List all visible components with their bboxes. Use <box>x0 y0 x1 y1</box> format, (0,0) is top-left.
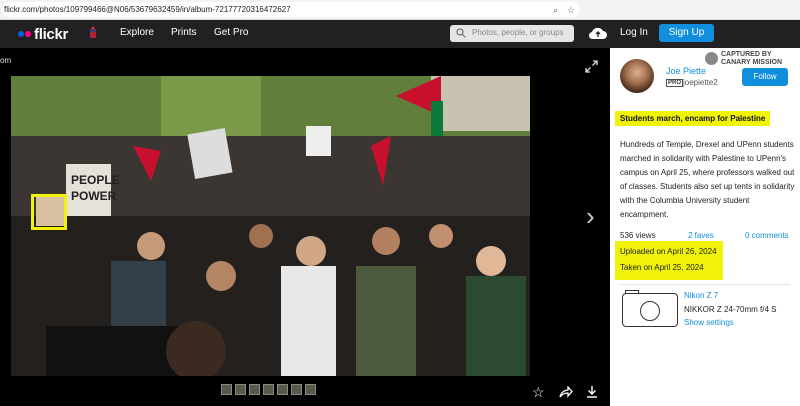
avatar[interactable] <box>620 59 654 93</box>
thumbnail[interactable] <box>249 384 260 395</box>
search-input[interactable]: Photos, people, or groups <box>450 25 574 42</box>
main-photo[interactable]: PEOPLE POWER <box>11 76 530 376</box>
flickr-navbar: flickr Explore Prints Get Pro Photos, pe… <box>0 20 800 48</box>
thumbnail[interactable] <box>291 384 302 395</box>
nav-explore[interactable]: Explore <box>120 27 154 38</box>
logo-text: flickr <box>34 25 69 43</box>
camera-top <box>625 290 639 294</box>
svg-text:PEOPLE: PEOPLE <box>71 173 120 187</box>
camera-lens <box>640 301 660 321</box>
search-placeholder: Photos, people, or groups <box>472 28 564 37</box>
nav-get-pro[interactable]: Get Pro <box>214 27 248 38</box>
photo-description: Hundreds of Temple, Drexel and UPenn stu… <box>620 140 795 219</box>
thumbnail[interactable] <box>277 384 288 395</box>
comments-link[interactable]: 0 comments <box>745 231 789 240</box>
owner-handle: joepiette2 <box>683 78 718 87</box>
uploaded-date: Uploaded on April 26, 2024 <box>620 247 717 256</box>
faves-link[interactable]: 2 faves <box>688 231 714 240</box>
thumbnail[interactable] <box>235 384 246 395</box>
flickr-logo[interactable]: flickr <box>18 25 68 43</box>
canary-mission-icon <box>705 52 718 65</box>
camera-icon <box>622 290 678 327</box>
thumbnail[interactable] <box>221 384 232 395</box>
photo-viewer: om PEOPLE POWER › ☆ <box>0 48 610 406</box>
svg-text:POWER: POWER <box>71 189 117 203</box>
logo-blue-dot <box>18 31 24 37</box>
login-link[interactable]: Log In <box>620 27 648 38</box>
captured-watermark: CAPTURED BY CANARY MISSION <box>721 51 783 66</box>
view-count: 536 views <box>620 231 656 240</box>
lens-name: NIKKOR Z 24-70mm f/4 S <box>684 305 777 314</box>
photo-title: Students march, encamp for Palestine <box>615 111 771 126</box>
download-icon[interactable] <box>586 385 598 398</box>
share-icon[interactable] <box>559 386 573 398</box>
bookmark-star-icon[interactable]: ☆ <box>567 3 575 17</box>
signup-button[interactable]: Sign Up <box>659 24 714 42</box>
upload-cloud-icon[interactable] <box>588 26 608 40</box>
thumbnail-strip <box>221 384 316 395</box>
browser-toolbar: flickr.com/photos/109799466@N06/53679632… <box>0 0 800 20</box>
divider <box>620 284 790 285</box>
address-bar[interactable]: flickr.com/photos/109799466@N06/53679632… <box>2 2 580 17</box>
follow-button[interactable]: Follow <box>742 68 788 86</box>
flag-icon <box>90 26 96 38</box>
next-photo-arrow[interactable]: › <box>586 201 595 232</box>
nav-prints[interactable]: Prints <box>171 27 197 38</box>
logo-pink-dot <box>25 31 31 37</box>
album-title-fragment: om <box>0 56 12 65</box>
thumbnail[interactable] <box>263 384 274 395</box>
search-icon <box>456 28 466 38</box>
camera-model-link[interactable]: Nikon Z 7 <box>684 291 718 300</box>
expand-icon[interactable] <box>585 60 598 73</box>
date-info: Uploaded on April 26, 2024 Taken on Apri… <box>615 241 723 280</box>
owner-name[interactable]: Joe Piette <box>666 66 706 76</box>
protest-crowd-image: PEOPLE POWER <box>11 76 530 376</box>
taken-date: Taken on April 25, 2024 <box>620 263 704 272</box>
photo-info-panel: Joe Piette PRO joepiette2 CAPTURED BY CA… <box>610 48 800 406</box>
pro-badge: PRO <box>666 79 684 87</box>
fave-star-icon[interactable]: ☆ <box>532 384 545 401</box>
show-settings-link[interactable]: Show settings <box>684 318 734 327</box>
zoom-icon[interactable]: ⌕ <box>553 3 558 17</box>
highlighted-face-box <box>31 194 67 230</box>
thumbnail[interactable] <box>305 384 316 395</box>
